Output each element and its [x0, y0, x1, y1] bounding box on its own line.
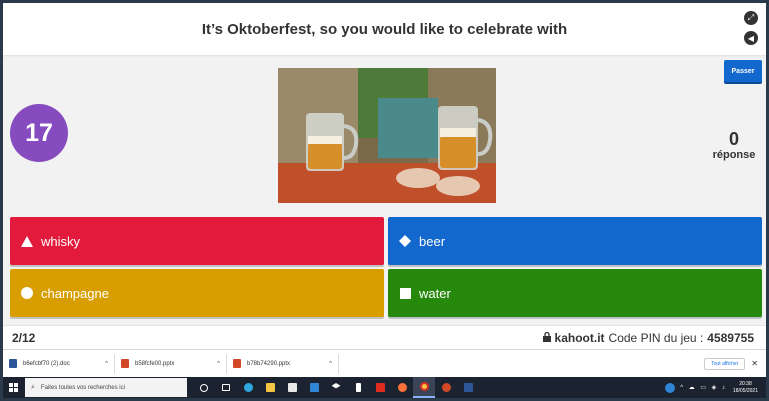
windows-start-icon[interactable] — [3, 377, 23, 398]
answer-tile-water[interactable]: water — [388, 269, 762, 317]
taskbar-apps — [193, 377, 479, 398]
taskbar-search-input[interactable]: ⌕ Faites toutes vos recherches ici — [25, 378, 187, 397]
triangle-icon — [13, 235, 41, 247]
question-title: It’s Oktoberfest, so you would like to c… — [201, 20, 568, 38]
answer-label: water — [419, 285, 451, 301]
game-pin: 4589755 — [707, 330, 754, 345]
answers-count-label: réponse — [712, 149, 756, 161]
fullscreen-icon[interactable]: ⤢ — [744, 11, 758, 25]
firefox-icon[interactable] — [391, 377, 413, 398]
sound-icon[interactable]: ◀ — [744, 31, 758, 45]
user-avatar-icon[interactable] — [665, 382, 676, 393]
diamond-icon — [391, 235, 419, 247]
clock[interactable]: 20:38 18/05/2021 — [733, 381, 758, 395]
taskbar-search-placeholder: Faites toutes vos recherches ici — [40, 384, 125, 391]
pin-label: Code PIN du jeu : — [608, 330, 704, 345]
mail-icon[interactable] — [303, 377, 325, 398]
answers-counter: 0 réponse — [703, 129, 765, 161]
search-icon: ⌕ — [31, 383, 35, 391]
download-item[interactable]: b78b74290.pptx ^ — [227, 353, 339, 374]
skip-button[interactable]: Passer — [724, 60, 762, 82]
question-header: It’s Oktoberfest, so you would like to c… — [3, 3, 766, 55]
kahoot-domain: kahoot.it — [554, 330, 605, 345]
chevron-up-icon[interactable]: ^ — [217, 361, 220, 367]
store-icon[interactable] — [281, 377, 303, 398]
cortana-icon[interactable] — [193, 377, 215, 398]
answer-tile-champagne[interactable]: champagne — [10, 269, 384, 317]
square-icon — [391, 287, 419, 299]
answer-label: champagne — [41, 285, 109, 301]
download-filename: b58fcfe00.pptx — [135, 360, 175, 367]
answer-label: beer — [419, 233, 446, 249]
edge-icon[interactable] — [237, 377, 259, 398]
chrome-icon[interactable] — [413, 377, 435, 398]
system-tray: ^ ☁ ▭ ◈ ♪ 20:38 18/05/2021 — [665, 381, 758, 395]
app-s-icon[interactable] — [347, 377, 369, 398]
windows-taskbar: ⌕ Faites toutes vos recherches ici ^ ☁ ▭… — [3, 377, 766, 398]
download-item[interactable]: b6efcbf70 (2).doc ^ — [3, 353, 115, 374]
word-doc-icon — [9, 359, 17, 368]
acrobat-icon[interactable] — [369, 377, 391, 398]
question-progress: 2/12 — [12, 330, 36, 345]
chevron-up-icon[interactable]: ^ — [329, 361, 332, 367]
answer-label: whisky — [41, 233, 81, 249]
task-view-icon[interactable] — [215, 377, 237, 398]
powerpoint-icon[interactable] — [435, 377, 457, 398]
pptx-icon — [121, 359, 129, 368]
browser-viewport: It’s Oktoberfest, so you would like to c… — [3, 3, 766, 398]
game-footer: 2/12 kahoot.it Code PIN du jeu : 4589755 — [3, 325, 766, 349]
show-all-downloads-button[interactable]: Tout afficher — [704, 357, 746, 370]
game-pin-area: kahoot.it Code PIN du jeu : 4589755 — [542, 330, 754, 345]
answers-count-value: 0 — [728, 129, 739, 149]
answer-tile-whisky[interactable]: whisky — [10, 217, 384, 265]
download-filename: b78b74290.pptx — [247, 360, 291, 367]
lock-icon — [542, 331, 551, 345]
question-image — [278, 68, 496, 203]
clock-time: 20:38 — [739, 380, 752, 387]
clock-date: 18/05/2021 — [732, 387, 758, 394]
downloads-bar: b6efcbf70 (2).doc ^ b58fcfe00.pptx ^ b78… — [3, 349, 766, 377]
close-icon[interactable]: ✕ — [751, 359, 758, 368]
tray-icons[interactable]: ^ ☁ ▭ ◈ ♪ — [680, 384, 727, 391]
countdown-timer: 17 — [10, 104, 68, 162]
answer-tile-beer[interactable]: beer — [388, 217, 762, 265]
download-filename: b6efcbf70 (2).doc — [23, 360, 70, 367]
chevron-up-icon[interactable]: ^ — [105, 361, 108, 367]
dropbox-icon[interactable] — [325, 377, 347, 398]
word-icon[interactable] — [457, 377, 479, 398]
download-item[interactable]: b58fcfe00.pptx ^ — [115, 353, 227, 374]
file-explorer-icon[interactable] — [259, 377, 281, 398]
beer-mugs-photo — [278, 68, 496, 203]
circle-icon — [13, 287, 41, 299]
pptx-icon — [233, 359, 241, 368]
